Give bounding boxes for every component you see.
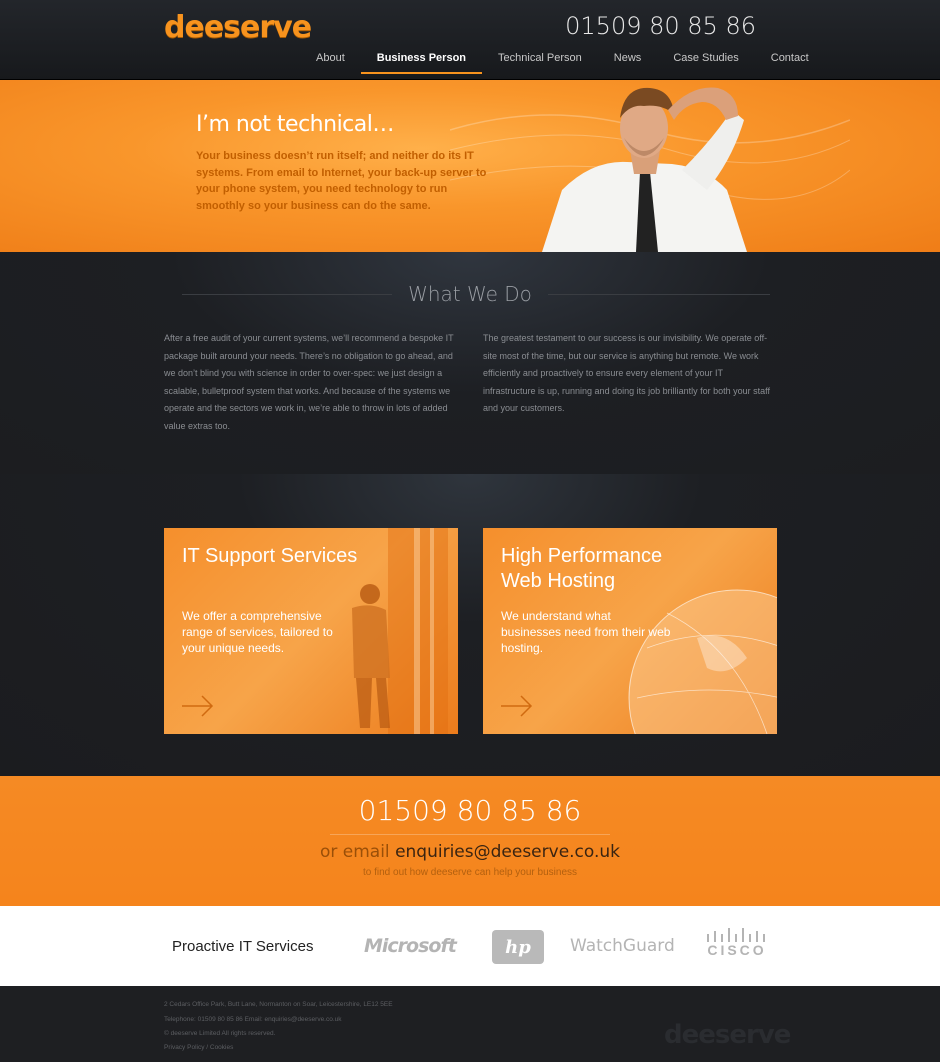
cisco-logo: CISCO bbox=[706, 928, 768, 968]
services-section: IT Support Services We offer a comprehen… bbox=[0, 474, 940, 776]
footer-copyright: © deeserve Limited All rights reserved. bbox=[164, 1030, 276, 1037]
site-header: deeserve 01509 80 85 86 About Business P… bbox=[0, 0, 940, 80]
what-we-do-col1: After a free audit of your current syste… bbox=[164, 333, 454, 431]
arrow-right-icon[interactable] bbox=[501, 694, 533, 718]
microsoft-logo: Microsoft bbox=[364, 935, 457, 957]
cisco-logo-text: CISCO bbox=[707, 942, 767, 958]
cisco-bars-icon bbox=[707, 928, 765, 942]
nav-business-person[interactable]: Business Person bbox=[360, 46, 483, 74]
partners-strip: Proactive IT Services Microsoft hp Watch… bbox=[0, 906, 940, 986]
partners-label: Proactive IT Services bbox=[172, 938, 314, 955]
cta-divider bbox=[330, 834, 610, 835]
header-phone[interactable]: 01509 80 85 86 bbox=[565, 12, 756, 40]
main-nav: About Business Person Technical Person N… bbox=[300, 46, 825, 74]
nav-technical-person[interactable]: Technical Person bbox=[482, 46, 598, 74]
what-we-do-section: What We Do After a free audit of your cu… bbox=[0, 252, 940, 474]
footer-links[interactable]: Privacy Policy / Cookies bbox=[164, 1044, 233, 1051]
nav-news[interactable]: News bbox=[598, 46, 658, 74]
cta-subtext: to find out how deeserve can help your b… bbox=[362, 867, 578, 878]
nav-about[interactable]: About bbox=[300, 46, 361, 74]
it-support-body: We offer a comprehensive range of servic… bbox=[182, 609, 333, 655]
watchguard-logo: WatchGuard bbox=[570, 926, 675, 966]
cta-phone[interactable]: 01509 80 85 86 bbox=[0, 794, 940, 827]
cta-email-line: or email enquiries@deeserve.co.uk bbox=[0, 842, 940, 862]
footer-address: 2 Cedars Office Park, Butt Lane, Normant… bbox=[164, 1001, 393, 1008]
nav-contact[interactable]: Contact bbox=[755, 46, 825, 74]
confused-man-image bbox=[542, 87, 747, 252]
hp-logo: hp bbox=[492, 930, 544, 964]
web-hosting-body: We understand what businesses need from … bbox=[501, 609, 671, 655]
hero-body: Your business doesn’t run itself; and ne… bbox=[196, 150, 487, 212]
it-support-title: IT Support Services bbox=[182, 545, 358, 567]
what-we-do-title: What We Do bbox=[408, 282, 532, 306]
cta-email-prefix: or email bbox=[319, 842, 390, 862]
web-hosting-card[interactable]: High Performance Web Hosting We understa… bbox=[483, 528, 777, 734]
web-hosting-title: High Performance Web Hosting bbox=[501, 545, 663, 592]
watchguard-logo-text: WatchGuard bbox=[570, 936, 675, 956]
footer-contact: Telephone: 01509 80 85 86 Email: enquiri… bbox=[164, 1016, 342, 1023]
it-support-card[interactable]: IT Support Services We offer a comprehen… bbox=[164, 528, 458, 734]
nav-case-studies[interactable]: Case Studies bbox=[657, 46, 754, 74]
contact-cta: 01509 80 85 86 or email enquiries@deeser… bbox=[0, 776, 940, 906]
site-logo[interactable]: deeserve bbox=[164, 10, 312, 45]
hero-title: I’m not technical… bbox=[196, 112, 394, 137]
hero-banner: I’m not technical… Your business doesn’t… bbox=[0, 80, 940, 252]
what-we-do-col2: The greatest testament to our success is… bbox=[483, 333, 770, 414]
footer-logo: deeserve bbox=[664, 1020, 791, 1050]
cta-email-link[interactable]: enquiries@deeserve.co.uk bbox=[395, 842, 620, 862]
site-footer: 2 Cedars Office Park, Butt Lane, Normant… bbox=[0, 986, 940, 1062]
title-rule-right bbox=[548, 294, 770, 295]
arrow-right-icon[interactable] bbox=[182, 694, 214, 718]
